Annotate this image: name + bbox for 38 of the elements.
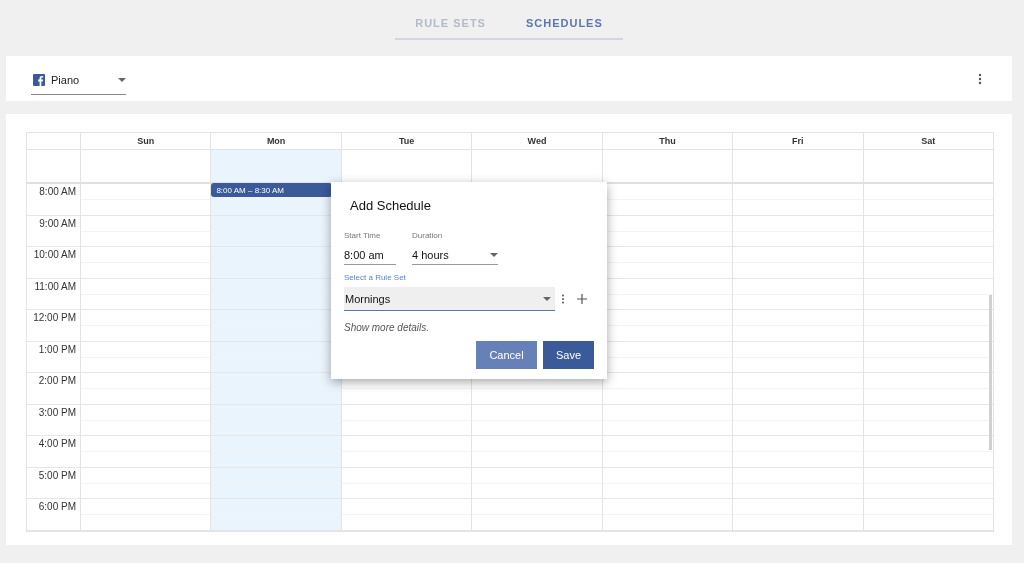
time-label: 10:00 AM (32, 248, 77, 260)
day-header: Mon (266, 136, 286, 146)
save-button[interactable]: Save (543, 341, 594, 369)
day-header: Fri (792, 136, 804, 146)
day-header: Tue (398, 136, 415, 146)
cancel-button[interactable]: Cancel (476, 341, 537, 369)
time-label: 3:00 PM (37, 405, 77, 418)
day-header: Wed (527, 136, 547, 146)
duration-select[interactable]: 4 hours (412, 246, 498, 265)
time-label: 1:00 PM (37, 342, 77, 355)
field-label: Duration (412, 231, 444, 240)
more-icon[interactable] (978, 72, 982, 85)
time-label: 6:00 PM (37, 500, 77, 512)
day-header: Sun (137, 136, 155, 146)
more-icon[interactable] (561, 294, 565, 304)
time-label: 4:00 PM (37, 437, 77, 449)
account-select[interactable]: Piano (31, 66, 126, 95)
day-header: Sat (921, 136, 936, 146)
start-time-field[interactable]: 8:00 am (344, 246, 396, 265)
details-link[interactable]: Show more details. (344, 322, 430, 333)
facebook-icon (33, 74, 45, 86)
rule-set-select[interactable]: Mornings (344, 287, 555, 311)
dialog-title: Add Schedule (350, 198, 432, 213)
caret-icon (490, 253, 498, 257)
add-icon[interactable] (577, 294, 587, 304)
time-label: 5:00 PM (37, 468, 77, 481)
field-label: Start Time (344, 231, 382, 240)
day-header: Thu (659, 136, 676, 146)
time-label: 12:00 PM (32, 311, 77, 323)
time-label: 11:00 AM (33, 279, 77, 292)
caret-icon (543, 296, 551, 301)
time-label: 2:00 PM (37, 374, 77, 386)
tab[interactable]: SCHEDULES (525, 10, 603, 38)
time-label: 8:00 AM (38, 185, 77, 197)
field-label: Select a Rule Set (344, 273, 407, 282)
event[interactable]: 8:00 AM – 8:30 AM (211, 183, 333, 197)
caret-icon (118, 78, 126, 82)
time-label: 9:00 AM (38, 216, 77, 229)
